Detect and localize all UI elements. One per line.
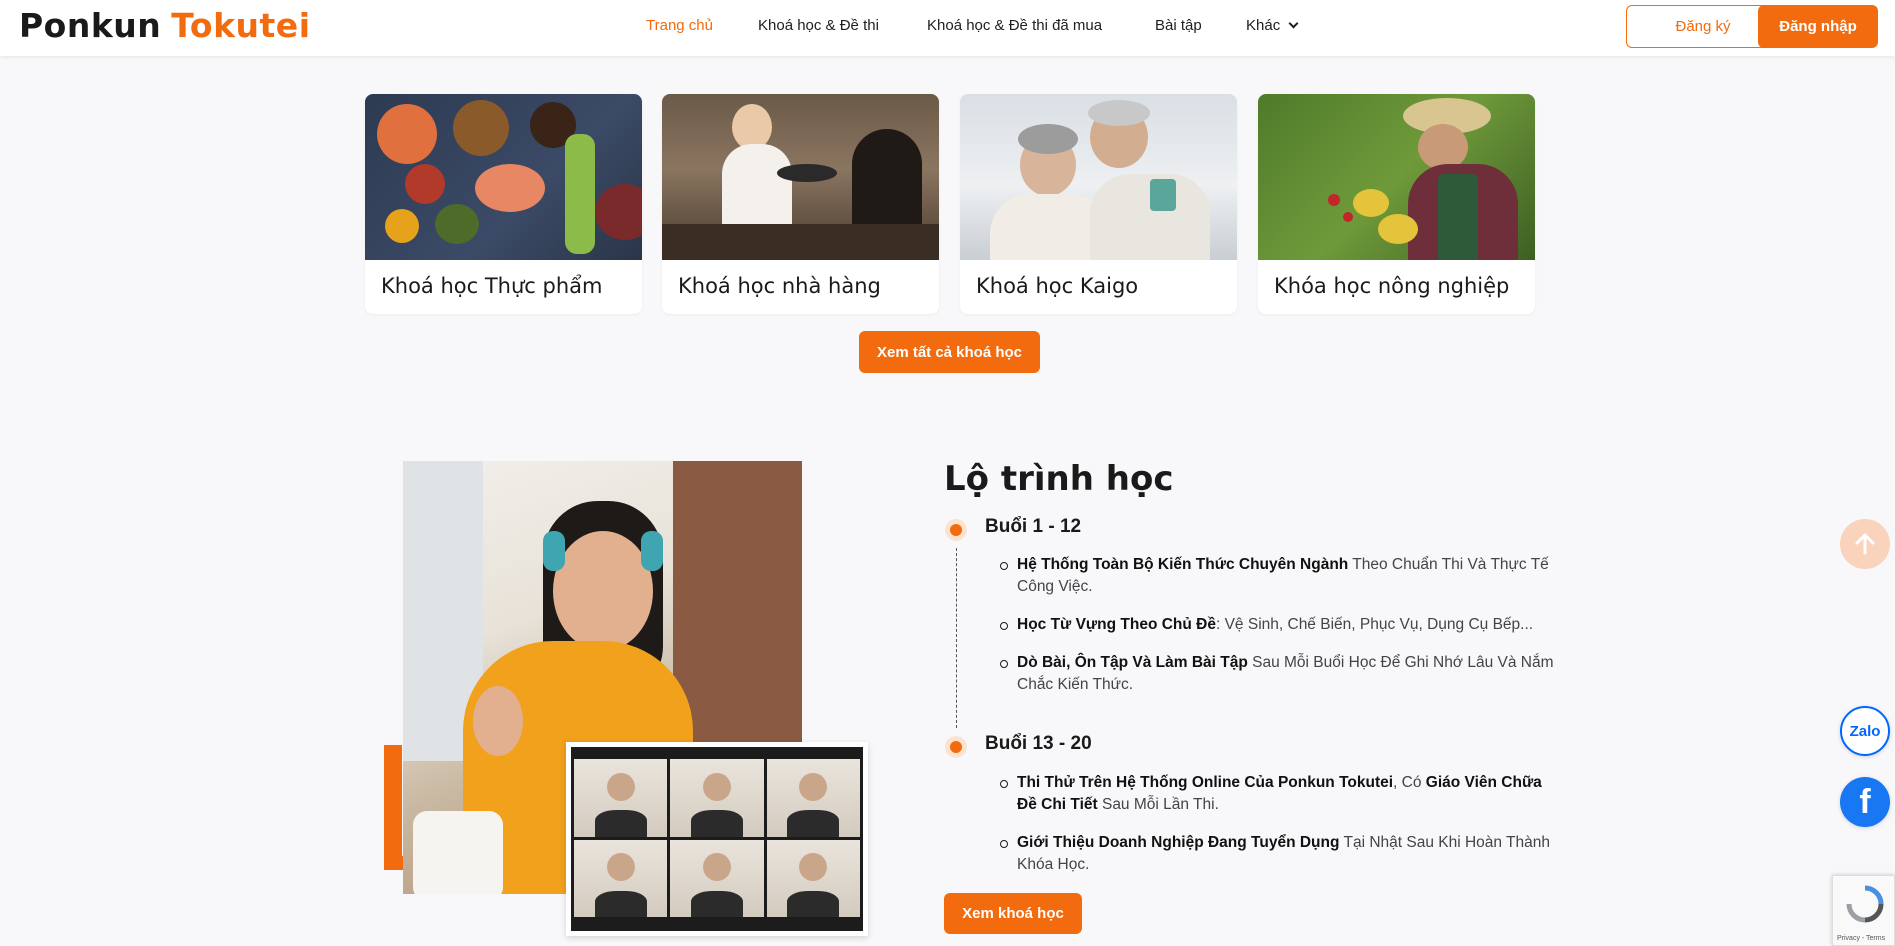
logo-text-tokutei: Tokutei — [171, 6, 311, 45]
recaptcha-text: Privacy - Terms — [1837, 935, 1886, 942]
arrow-up-icon — [1855, 533, 1875, 555]
nav-home[interactable]: Trang chủ — [646, 17, 713, 34]
scroll-to-top-button[interactable] — [1840, 519, 1890, 569]
course-image-restaurant — [662, 94, 939, 260]
course-title: Khóa học nông nghiệp — [1274, 274, 1510, 298]
nav-courses-exams[interactable]: Khoá học & Đề thi — [758, 17, 879, 34]
stage-marker-icon — [945, 736, 967, 758]
list-item: Học Từ Vựng Theo Chủ Đề: Vệ Sinh, Chế Bi… — [1000, 614, 1557, 636]
view-course-button[interactable]: Xem khoá học — [944, 893, 1082, 934]
course-card-food[interactable]: Khoá học Thực phẩm — [365, 94, 642, 314]
course-image-food — [365, 94, 642, 260]
logo[interactable]: Ponkun Tokutei — [19, 6, 311, 45]
nav-more[interactable]: Khác — [1246, 17, 1299, 34]
register-button[interactable]: Đăng ký — [1626, 5, 1780, 48]
logo-text-ponkun: Ponkun — [19, 6, 162, 45]
nav-more-label: Khác — [1246, 17, 1281, 34]
roadmap-photo — [384, 461, 868, 946]
stage-list: Hệ Thống Toàn Bộ Kiến Thức Chuyên Ngành … — [1000, 554, 1557, 712]
stage-marker-icon — [945, 519, 967, 541]
timeline-line — [956, 548, 957, 728]
course-title: Khoá học Thực phẩm — [381, 274, 603, 298]
course-card-restaurant[interactable]: Khoá học nhà hàng — [662, 94, 939, 314]
stage-title: Buổi 13 - 20 — [985, 733, 1092, 754]
video-call-mockup — [566, 742, 868, 936]
zalo-icon: Zalo — [1849, 722, 1881, 740]
course-card-agriculture[interactable]: Khóa học nông nghiệp — [1258, 94, 1535, 314]
list-item: Dò Bài, Ôn Tập Và Làm Bài Tập Sau Mỗi Bu… — [1000, 652, 1557, 696]
list-item: Giới Thiệu Doanh Nghiệp Đang Tuyển Dụng … — [1000, 832, 1557, 876]
facebook-icon: f — [1859, 782, 1871, 821]
recaptcha-icon — [1846, 885, 1884, 923]
course-image-kaigo — [960, 94, 1237, 260]
facebook-button[interactable]: f — [1840, 777, 1890, 827]
login-button[interactable]: Đăng nhập — [1758, 5, 1878, 48]
chevron-down-icon — [1288, 18, 1299, 29]
course-title: Khoá học Kaigo — [976, 274, 1139, 298]
nav-purchased[interactable]: Khoá học & Đề thi đã mua — [927, 17, 1102, 34]
view-all-courses-button[interactable]: Xem tất cả khoá học — [859, 331, 1040, 373]
recaptcha-badge[interactable]: Privacy - Terms — [1832, 875, 1895, 946]
roadmap-title: Lộ trình học — [944, 459, 1174, 499]
course-image-agriculture — [1258, 94, 1535, 260]
course-card-kaigo[interactable]: Khoá học Kaigo — [960, 94, 1237, 314]
course-title: Khoá học nhà hàng — [678, 274, 881, 298]
stage-list: Thi Thử Trên Hệ Thống Online Của Ponkun … — [1000, 772, 1557, 892]
stage-title: Buổi 1 - 12 — [985, 516, 1082, 537]
list-item: Thi Thử Trên Hệ Thống Online Của Ponkun … — [1000, 772, 1557, 816]
site-header: Ponkun Tokutei Trang chủ Khoá học & Đề th… — [0, 0, 1895, 56]
zalo-chat-button[interactable]: Zalo — [1840, 706, 1890, 756]
list-item: Hệ Thống Toàn Bộ Kiến Thức Chuyên Ngành … — [1000, 554, 1557, 598]
nav-exercises[interactable]: Bài tập — [1155, 17, 1202, 34]
